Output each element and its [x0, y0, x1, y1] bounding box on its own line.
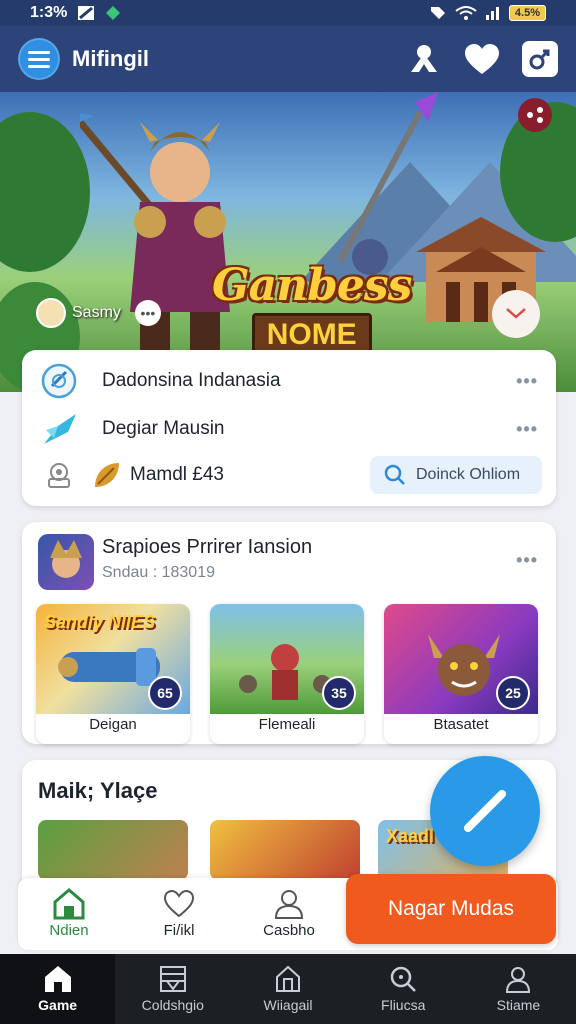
heart-icon [465, 44, 499, 74]
hero-portrait-icon [50, 540, 82, 578]
flag-icon [78, 6, 95, 20]
tile-badge: 25 [496, 676, 530, 710]
hero-user-name: Sasmy [72, 304, 121, 321]
tree-shape [0, 112, 90, 272]
hero-title-line1: Ganbess [212, 260, 412, 311]
tile-banner: Sandiy NIIES [44, 612, 156, 632]
status-bar: 1:3% 4.5% [0, 0, 576, 26]
grid-icon [159, 966, 186, 992]
nav-label: Game [38, 997, 78, 1013]
tile-badge: 35 [322, 676, 356, 710]
signal-icon [485, 7, 499, 20]
promo-avatar [38, 534, 94, 590]
info-card: Dadonsina Indanasia ••• Degiar Mausin ••… [22, 350, 556, 506]
wifi-icon [455, 6, 477, 20]
section-tile[interactable] [38, 820, 188, 880]
gender-icon [529, 49, 550, 70]
info-row[interactable]: Degiar Mausin ••• [22, 408, 556, 450]
promo-subtitle: Sndau : 183019 [102, 564, 215, 581]
nav-item-village[interactable]: Wiiagail [230, 954, 345, 1024]
nav-item-profile[interactable]: Stiame [461, 954, 576, 1024]
hero-badge-button[interactable] [518, 98, 552, 132]
hero-user[interactable]: Sasmy ••• [36, 298, 161, 328]
user-icon [274, 890, 304, 919]
hero-more-button[interactable]: ••• [134, 300, 161, 326]
app-header: Mifingil [0, 26, 576, 92]
tools-button[interactable] [406, 41, 442, 77]
favorite-button[interactable] [464, 41, 500, 77]
tile-caption: Btasatet [433, 716, 489, 733]
edit-fab[interactable] [430, 756, 540, 866]
promo-title: Srapioes Prrirer Iansion [102, 536, 313, 558]
tag-icon [430, 7, 445, 19]
info-row-label: Dadonsina Indanasia [102, 370, 281, 391]
search-button[interactable]: Doinck Ohliom [370, 456, 542, 494]
info-row[interactable]: Mamdl £43 Doinck Ohliom [22, 454, 556, 496]
home-icon [44, 966, 71, 992]
share-icon [527, 107, 543, 123]
action-home[interactable]: Ndien [24, 886, 114, 939]
cta-button[interactable]: Nagar Mudas [346, 874, 556, 944]
section-title: Maik; Ylaçe [38, 778, 158, 803]
action-label: Fi/ikl [163, 922, 195, 939]
nav-label: Wiiagail [263, 997, 313, 1013]
nav-label: Fliucsa [381, 997, 426, 1013]
search-icon [384, 464, 405, 485]
profile-button[interactable] [522, 41, 558, 77]
action-profile[interactable]: Casbho [244, 886, 334, 939]
user-avatar [36, 298, 66, 328]
user-icon [506, 967, 531, 993]
close-icon [506, 308, 526, 319]
search-label: Doinck Ohliom [416, 466, 521, 483]
row-more-button[interactable]: ••• [516, 371, 538, 392]
row-more-button[interactable]: ••• [516, 419, 538, 440]
mage-illustration [337, 92, 438, 275]
bottom-nav: Game Coldshgio Wiiagail Fliucsa Stiame [0, 954, 576, 1024]
game-tile[interactable]: 25 Btasatet [384, 604, 538, 744]
diamond-icon [106, 6, 121, 20]
nav-label: Coldshgio [141, 997, 204, 1013]
nav-item-collection[interactable]: Coldshgio [115, 954, 230, 1024]
status-time: 1:3% [30, 4, 68, 21]
action-favorite[interactable]: Fi/ikl [134, 886, 224, 939]
battery-indicator: 4.5% [508, 5, 546, 21]
app-title: Mifingil [72, 46, 149, 71]
info-row-label: Degiar Mausin [102, 418, 225, 439]
leaf-icon [95, 463, 119, 487]
nav-item-game[interactable]: Game [0, 954, 116, 1024]
target-icon [41, 363, 77, 399]
section-tile[interactable] [210, 820, 360, 880]
camera-icon [48, 463, 70, 488]
menu-button[interactable] [18, 38, 60, 80]
hero-close-button[interactable] [492, 290, 540, 338]
hero-banner[interactable]: Ganbess NOME Sasmy ••• [0, 92, 576, 392]
tile-banner: Xaadl [386, 826, 435, 846]
pencil-icon [464, 790, 506, 832]
promo-more-button[interactable]: ••• [516, 550, 538, 571]
tile-badge: 65 [148, 676, 182, 710]
house-icon [276, 965, 300, 992]
crystal-icon [44, 414, 76, 444]
tile-caption: Flemeali [258, 716, 316, 733]
tile-caption: Deigan [89, 716, 137, 733]
info-row[interactable]: Dadonsina Indanasia ••• [22, 360, 556, 402]
search-icon [390, 966, 417, 992]
hamburger-icon [28, 51, 50, 68]
action-label: Ndien [49, 922, 89, 939]
info-row-label: Mamdl £43 [130, 464, 224, 485]
heart-icon [163, 889, 195, 918]
hero-title: Ganbess NOME [212, 260, 412, 357]
nav-item-search[interactable]: Fliucsa [346, 954, 461, 1024]
nav-label: Stiame [496, 997, 541, 1013]
game-tile[interactable]: Sandiy NIIES 65 Deigan [36, 604, 190, 744]
game-tile[interactable]: 35 Flemeali [210, 604, 364, 744]
promo-card: Srapioes Prrirer Iansion Sndau : 183019 … [22, 522, 556, 744]
home-icon [53, 888, 85, 920]
action-label: Casbho [263, 922, 315, 939]
tools-icon [411, 45, 437, 72]
